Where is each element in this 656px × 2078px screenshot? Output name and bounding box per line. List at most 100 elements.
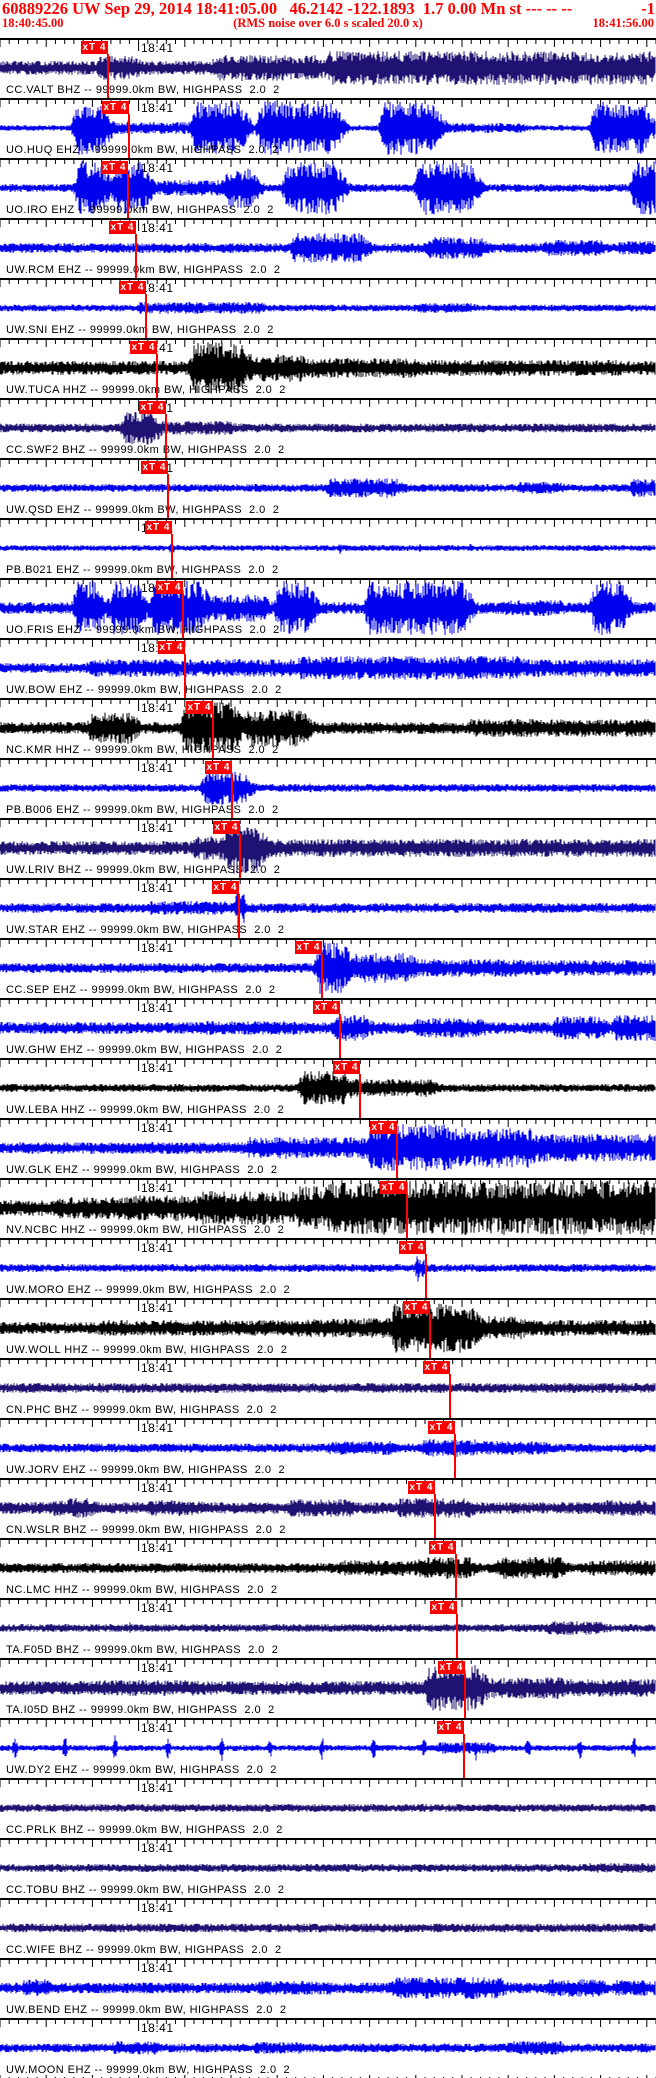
pick-flag[interactable]: xT 4 [423, 1361, 450, 1374]
pick-flag[interactable]: xT 4 [109, 221, 136, 234]
minute-tick-label: 18:41 [141, 881, 174, 895]
station-label: CC.PRLK BHZ -- 99999.0km BW, HIGHPASS 2.… [6, 1824, 283, 1836]
pick-flag[interactable]: xT 4 [295, 941, 322, 954]
trace-row-pb-b021[interactable]: 18:41 PB.B021 EHZ -- 99999.0km BW, HIGHP… [0, 518, 656, 578]
trace-row-cn-phc[interactable]: 18:41 CN.PHC BHZ -- 99999.0km BW, HIGHPA… [0, 1358, 656, 1418]
trace-row-nc-kmr[interactable]: 18:41 NC.KMR HHZ -- 99999.0km BW, HIGHPA… [0, 698, 656, 758]
pick-time-line[interactable] [182, 594, 184, 638]
pick-time-line[interactable] [463, 1734, 465, 1778]
trace-row-uw-ghw[interactable]: 18:41 UW.GHW EHZ -- 99999.0km BW, HIGHPA… [0, 998, 656, 1058]
pick-flag[interactable]: xT 4 [130, 341, 157, 354]
pick-time-line[interactable] [212, 714, 214, 758]
minute-tick-label: 18:41 [141, 1301, 174, 1315]
pick-flag[interactable]: xT 4 [119, 281, 146, 294]
pick-time-line[interactable] [456, 1614, 458, 1658]
pick-flag[interactable]: xT 4 [139, 401, 166, 414]
station-label: UW.RCM EHZ -- 99999.0km BW, HIGHPASS 2.0… [6, 264, 281, 276]
pick-flag[interactable]: xT 4 [205, 761, 232, 774]
trace-row-uo-iro[interactable]: 18:41 UO.IRO EHZ -- 99999.0km BW, HIGHPA… [0, 158, 656, 218]
minute-tick-label: 18:41 [141, 1901, 174, 1915]
trace-row-uw-star[interactable]: 18:41 UW.STAR EHZ -- 99999.0km BW, HIGHP… [0, 878, 656, 938]
pick-flag[interactable]: xT 4 [145, 521, 172, 534]
pick-time-line[interactable] [429, 1314, 431, 1358]
trace-row-nc-lmc[interactable]: 18:41 NC.LMC HHZ -- 99999.0km BW, HIGHPA… [0, 1538, 656, 1598]
trace-row-uw-qsd[interactable]: 18:41 UW.QSD EHZ -- 99999.0km BW, HIGHPA… [0, 458, 656, 518]
pick-flag[interactable]: xT 4 [403, 1301, 430, 1314]
pick-time-line[interactable] [339, 1014, 341, 1058]
trace-row-uo-fris[interactable]: 18:41 UO.FRIS EHZ -- 99999.0km BW, HIGHP… [0, 578, 656, 638]
trace-row-cn-wslr[interactable]: 18:41 CN.WSLR BHZ -- 99999.0km BW, HIGHP… [0, 1478, 656, 1538]
pick-time-line[interactable] [171, 534, 173, 578]
pick-time-line[interactable] [406, 1194, 408, 1238]
pick-flag[interactable]: xT 4 [380, 1181, 407, 1194]
pick-time-line[interactable] [135, 234, 137, 278]
pick-time-line[interactable] [231, 774, 233, 818]
trace-row-uw-dy2[interactable]: 18:41 UW.DY2 EHZ -- 99999.0km BW, HIGHPA… [0, 1718, 656, 1778]
pick-time-line[interactable] [184, 654, 186, 698]
trace-row-uw-woll[interactable]: 18:41 UW.WOLL HHZ -- 99999.0km BW, HIGHP… [0, 1298, 656, 1358]
trace-row-uw-leba[interactable]: 18:41 UW.LEBA HHZ -- 99999.0km BW, HIGHP… [0, 1058, 656, 1118]
pick-flag[interactable]: xT 4 [313, 1001, 340, 1014]
pick-time-line[interactable] [396, 1134, 398, 1178]
pick-time-line[interactable] [165, 414, 167, 458]
pick-time-line[interactable] [145, 294, 147, 338]
pick-time-line[interactable] [359, 1074, 361, 1118]
pick-time-line[interactable] [454, 1434, 456, 1478]
pick-flag[interactable]: xT 4 [156, 581, 183, 594]
trace-row-uw-bend[interactable]: 18:41 UW.BEND EHZ -- 99999.0km BW, HIGHP… [0, 1958, 656, 2018]
trace-row-ta-f05d[interactable]: 18:41 TA.F05D BHZ -- 99999.0km BW, HIGHP… [0, 1598, 656, 1658]
pick-flag[interactable]: xT 4 [101, 161, 128, 174]
trace-row-cc-prlk[interactable]: 18:41 CC.PRLK BHZ -- 99999.0km BW, HIGHP… [0, 1778, 656, 1838]
pick-flag[interactable]: xT 4 [399, 1241, 426, 1254]
pick-flag[interactable]: xT 4 [141, 461, 168, 474]
station-label: UW.BEND EHZ -- 99999.0km BW, HIGHPASS 2.… [6, 2004, 287, 2016]
pick-flag[interactable]: xT 4 [408, 1481, 435, 1494]
pick-flag[interactable]: xT 4 [437, 1721, 464, 1734]
trace-row-cc-tobu[interactable]: 18:41 CC.TOBU BHZ -- 99999.0km BW, HIGHP… [0, 1838, 656, 1898]
trace-row-cc-valt[interactable]: 18:41 CC.VALT BHZ -- 99999.0km BW, HIGHP… [0, 38, 656, 98]
pick-flag[interactable]: xT 4 [428, 1421, 455, 1434]
trace-row-uw-moon[interactable]: 18:41 UW.MOON EHZ -- 99999.0km BW, HIGHP… [0, 2018, 656, 2078]
pick-time-line[interactable] [425, 1254, 427, 1298]
trace-row-uw-glk[interactable]: 18:41 UW.GLK EHZ -- 99999.0km BW, HIGHPA… [0, 1118, 656, 1178]
trace-row-uw-sni[interactable]: 18:41 UW.SNI EHZ -- 99999.0km BW, HIGHPA… [0, 278, 656, 338]
pick-time-line[interactable] [167, 474, 169, 518]
pick-flag[interactable]: xT 4 [438, 1661, 465, 1674]
minute-tick-label: 18:41 [141, 41, 174, 55]
trace-row-uw-bow[interactable]: 18:41 UW.BOW EHZ -- 99999.0km BW, HIGHPA… [0, 638, 656, 698]
pick-flag[interactable]: xT 4 [429, 1541, 456, 1554]
pick-time-line[interactable] [455, 1554, 457, 1598]
trace-row-uw-jorv[interactable]: 18:41 UW.JORV EHZ -- 99999.0km BW, HIGHP… [0, 1418, 656, 1478]
pick-time-line[interactable] [321, 954, 323, 998]
trace-row-pb-b006[interactable]: 18:41 PB.B006 EHZ -- 99999.0km BW, HIGHP… [0, 758, 656, 818]
pick-time-line[interactable] [238, 894, 240, 938]
trace-row-uw-tuca[interactable]: 18:41 UW.TUCA HHZ -- 99999.0km BW, HIGHP… [0, 338, 656, 398]
station-label: PB.B006 EHZ -- 99999.0km BW, HIGHPASS 2.… [6, 804, 279, 816]
pick-flag[interactable]: xT 4 [102, 101, 129, 114]
trace-row-uw-lriv[interactable]: 18:41 UW.LRIV BHZ -- 99999.0km BW, HIGHP… [0, 818, 656, 878]
pick-time-line[interactable] [464, 1674, 466, 1718]
pick-flag[interactable]: xT 4 [333, 1061, 360, 1074]
pick-flag[interactable]: xT 4 [81, 41, 108, 54]
pick-flag[interactable]: xT 4 [430, 1601, 457, 1614]
trace-row-cc-wife[interactable]: 18:41 CC.WIFE BHZ -- 99999.0km BW, HIGHP… [0, 1898, 656, 1958]
pick-time-line[interactable] [107, 54, 109, 98]
trace-row-nv-ncbc[interactable]: 18:41 NV.NCBC HHZ -- 99999.0km BW, HIGHP… [0, 1178, 656, 1238]
trace-row-uw-moro[interactable]: 18:41 UW.MORO EHZ -- 99999.0km BW, HIGHP… [0, 1238, 656, 1298]
pick-flag[interactable]: xT 4 [186, 701, 213, 714]
pick-time-line[interactable] [434, 1494, 436, 1538]
trace-row-cc-swf2[interactable]: 18:41 CC.SWF2 BHZ -- 99999.0km BW, HIGHP… [0, 398, 656, 458]
pick-flag[interactable]: xT 4 [370, 1121, 397, 1134]
pick-time-line[interactable] [449, 1374, 451, 1418]
pick-flag[interactable]: xT 4 [213, 821, 240, 834]
pick-time-line[interactable] [127, 174, 129, 218]
pick-flag[interactable]: xT 4 [158, 641, 185, 654]
trace-row-uo-huq[interactable]: 18:41 UO.HUQ EHZ -- 99999.0km BW, HIGHPA… [0, 98, 656, 158]
pick-time-line[interactable] [239, 834, 241, 878]
pick-time-line[interactable] [156, 354, 158, 398]
trace-row-uw-rcm[interactable]: 18:41 UW.RCM EHZ -- 99999.0km BW, HIGHPA… [0, 218, 656, 278]
trace-row-cc-sep[interactable]: 18:41 CC.SEP EHZ -- 99999.0km BW, HIGHPA… [0, 938, 656, 998]
trace-row-ta-i05d[interactable]: 18:41 TA.I05D BHZ -- 99999.0km BW, HIGHP… [0, 1658, 656, 1718]
pick-flag[interactable]: xT 4 [212, 881, 239, 894]
pick-time-line[interactable] [128, 114, 130, 158]
